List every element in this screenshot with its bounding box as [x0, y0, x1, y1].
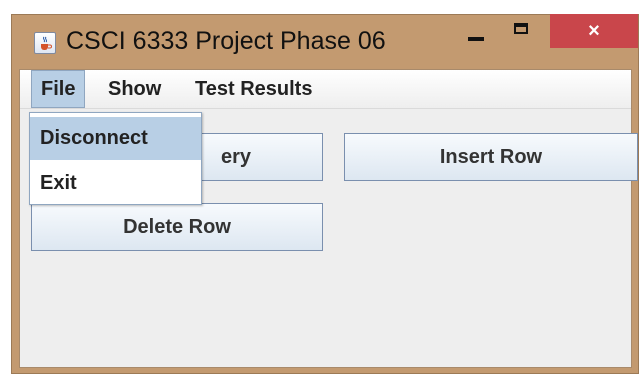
maximize-icon: [514, 23, 528, 34]
minimize-button[interactable]: [456, 15, 496, 45]
query-button-label: ery: [220, 146, 252, 168]
minimize-icon: [468, 37, 484, 41]
menu-item-exit[interactable]: Exit: [30, 162, 201, 205]
delete-row-button[interactable]: Delete Row: [31, 203, 323, 251]
file-menu-popup: Disconnect Exit: [29, 112, 202, 205]
maximize-button[interactable]: [502, 15, 542, 45]
menu-show[interactable]: Show: [99, 70, 170, 108]
insert-row-label: Insert Row: [439, 146, 543, 168]
menu-file[interactable]: File: [31, 70, 86, 108]
close-icon: ×: [588, 20, 600, 42]
delete-row-label: Delete Row: [123, 216, 231, 238]
window-title: CSCI 6333 Project Phase 06: [66, 27, 386, 55]
menu-bar: File Show Test Results: [20, 70, 631, 109]
title-bar[interactable]: CSCI 6333 Project Phase 06 ×: [12, 14, 638, 69]
close-button[interactable]: ×: [550, 14, 638, 48]
java-cup-icon[interactable]: [34, 32, 56, 54]
menu-item-disconnect[interactable]: Disconnect: [30, 117, 201, 160]
insert-row-button[interactable]: Insert Row: [344, 133, 638, 181]
menu-test-results[interactable]: Test Results: [186, 70, 321, 108]
